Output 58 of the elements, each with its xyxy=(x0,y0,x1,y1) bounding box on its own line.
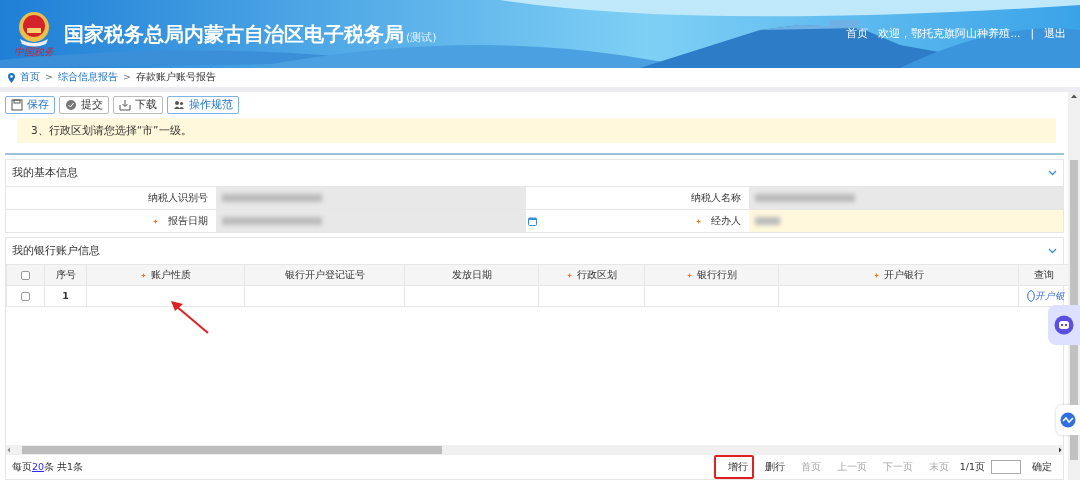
breadcrumb-separator: > xyxy=(45,70,53,85)
scrollbar-thumb[interactable] xyxy=(22,446,442,454)
page-size-link[interactable]: 20 xyxy=(32,460,45,472)
submit-button[interactable]: 提交 xyxy=(59,96,109,114)
title-suffix: (测试) xyxy=(406,29,437,46)
scroll-left-icon[interactable] xyxy=(6,447,12,453)
page-info: 1/1页 xyxy=(959,459,985,474)
check-circle-icon xyxy=(65,99,77,111)
logo-caption: 中国税务 xyxy=(14,47,54,57)
wave-icon xyxy=(1060,412,1076,428)
field-label: 报告日期 xyxy=(168,213,208,228)
column-header: 查询 xyxy=(1034,268,1054,280)
section-title: 我的银行账户信息 xyxy=(12,242,100,259)
redacted-mark xyxy=(755,217,780,225)
chevron-down-icon[interactable] xyxy=(1048,170,1057,176)
separator-text: | xyxy=(1030,26,1034,42)
page-size-text: 每页20条 共1条 xyxy=(12,459,84,474)
notice-text: 3、行政区划请您选择“市”一级。 xyxy=(17,118,1056,143)
section-title: 我的基本信息 xyxy=(12,164,78,181)
row-checkbox[interactable] xyxy=(21,291,30,301)
location-pin-icon xyxy=(8,72,15,83)
column-header: 行政区划 xyxy=(576,268,617,280)
breadcrumb-separator: > xyxy=(122,70,131,85)
field-label: 纳税人识别号 xyxy=(148,190,208,205)
breadcrumb-link[interactable]: 综合信息报告 xyxy=(57,70,118,85)
header-link[interactable]: 退出 xyxy=(1044,26,1066,42)
site-title: 国家税务总局内蒙古自治区电子税务局 xyxy=(64,21,404,48)
breadcrumb-link[interactable]: 首页 xyxy=(20,70,40,85)
pager-button[interactable]: 删行 xyxy=(759,456,790,478)
guide-button[interactable]: 操作规范 xyxy=(167,96,239,114)
download-icon xyxy=(119,99,131,111)
calendar-icon[interactable] xyxy=(528,216,537,226)
service-button[interactable] xyxy=(1056,405,1080,435)
field-label: 纳税人名称 xyxy=(691,190,741,205)
breadcrumb-current: 存款账户账号报告 xyxy=(135,70,216,85)
save-button[interactable]: 保存 xyxy=(5,96,55,114)
column-header: 银行行别 xyxy=(696,268,737,280)
page-input[interactable] xyxy=(991,460,1021,474)
header-link[interactable]: 首页 xyxy=(846,26,869,42)
scroll-right-icon[interactable] xyxy=(1057,447,1063,453)
field-label: 经办人 xyxy=(711,213,741,228)
people-icon xyxy=(173,99,185,111)
pager-button[interactable]: 增行 xyxy=(713,455,754,479)
chat-assistant-button[interactable] xyxy=(1048,305,1080,345)
column-header: 序号 xyxy=(55,268,76,280)
column-header: 开户银行 xyxy=(883,268,924,280)
select-all-checkbox[interactable] xyxy=(21,270,30,280)
row-number: 1 xyxy=(62,289,69,301)
input-field[interactable] xyxy=(749,210,1063,232)
column-header: 发放日期 xyxy=(451,268,492,280)
download-button[interactable]: 下载 xyxy=(113,96,163,114)
column-header: 账户性质 xyxy=(150,268,191,280)
chevron-down-icon[interactable] xyxy=(1048,248,1057,254)
annotation-arrow xyxy=(170,299,210,335)
confirm-button[interactable]: 确定 xyxy=(1027,456,1057,478)
column-header: 银行开户登记证号 xyxy=(284,268,365,280)
circle-icon xyxy=(1027,290,1035,303)
robot-icon xyxy=(1054,315,1074,335)
